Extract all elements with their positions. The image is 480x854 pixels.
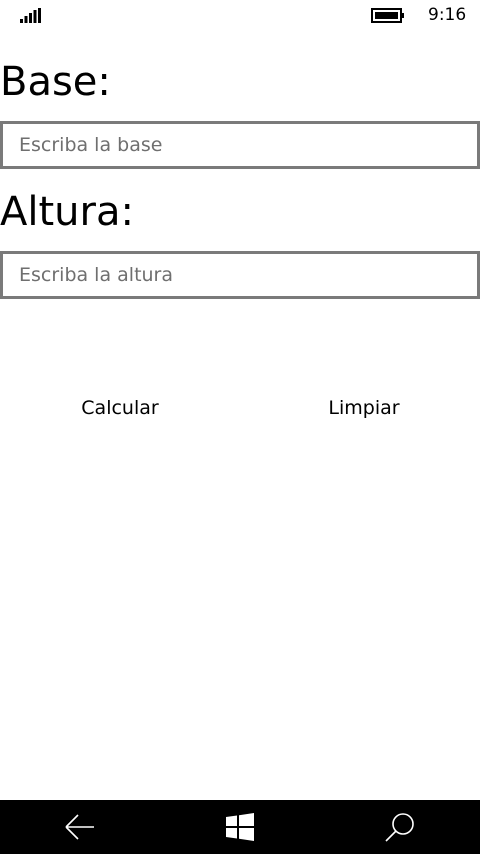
search-icon [385, 813, 414, 842]
altura-label: Altura: [0, 189, 134, 235]
base-label: Base: [0, 59, 111, 105]
altura-input[interactable] [0, 251, 480, 299]
status-bar: 9:16 [0, 0, 480, 32]
back-button[interactable] [0, 800, 160, 854]
limpiar-button[interactable]: Limpiar [244, 386, 480, 430]
back-arrow-icon [65, 814, 94, 840]
signal-icon [20, 8, 41, 23]
status-time: 9:16 [428, 5, 467, 25]
navigation-bar [0, 800, 480, 854]
battery-icon [371, 8, 404, 23]
windows-logo-icon [226, 813, 254, 841]
start-button[interactable] [160, 800, 320, 854]
base-input[interactable] [0, 121, 480, 169]
calcular-button[interactable]: Calcular [0, 386, 240, 430]
search-button[interactable] [320, 800, 480, 854]
